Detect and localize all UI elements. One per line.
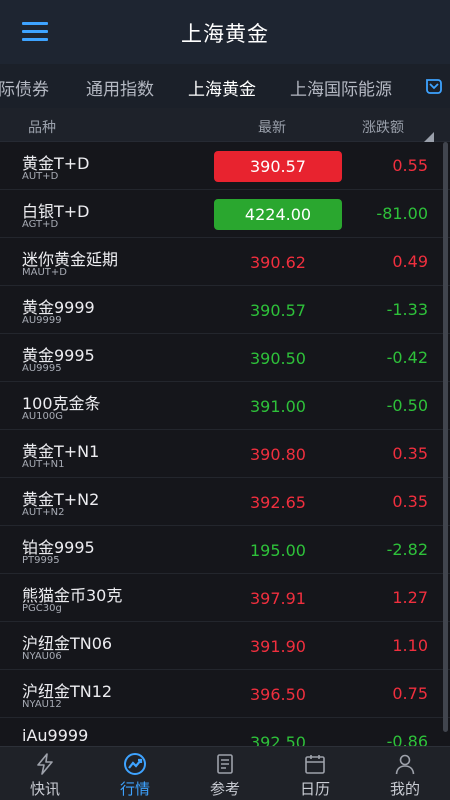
- nav-calendar[interactable]: 日历: [270, 747, 360, 800]
- quote-change: 1.27: [392, 588, 428, 607]
- quote-code: AUT+N1: [22, 459, 65, 470]
- tab-shanghai-gold[interactable]: 上海黄金: [188, 75, 256, 100]
- quote-row[interactable]: 沪纽金TN12 NYAU12 396.50 0.75: [0, 670, 450, 718]
- nav-news[interactable]: 快讯: [0, 747, 90, 800]
- page-title: 上海黄金: [181, 22, 269, 46]
- col-price[interactable]: 最新: [258, 117, 286, 137]
- quote-code: AGT+D: [22, 219, 59, 230]
- nav-reference[interactable]: 参考: [180, 747, 270, 800]
- quote-code: AU100G: [22, 411, 63, 422]
- quote-change: -2.82: [386, 540, 428, 559]
- quote-change: -81.00: [376, 204, 428, 223]
- category-tabs: 际债券 通用指数 上海黄金 上海国际能源: [0, 64, 450, 108]
- tab-bonds[interactable]: 际债券: [0, 75, 49, 100]
- chart-trend-icon: [124, 753, 146, 775]
- quote-list: 黄金T+D AUT+D 390.57 0.55 白银T+D AGT+D 4224.00 -81…: [0, 142, 450, 746]
- calendar-icon: [305, 755, 325, 774]
- column-header: 品种 最新 涨跌额: [0, 108, 450, 142]
- quote-change: -0.50: [386, 396, 428, 415]
- quote-price: 392.65: [250, 493, 306, 512]
- tab-general-index[interactable]: 通用指数: [86, 75, 154, 100]
- scrollbar[interactable]: [443, 142, 448, 732]
- quote-change: 1.10: [392, 636, 428, 655]
- quote-code: AUT+N2: [22, 507, 65, 518]
- tab-more-button[interactable]: [416, 64, 450, 108]
- quote-change: 0.55: [392, 156, 428, 175]
- quote-price: 391.00: [250, 397, 306, 416]
- quote-row[interactable]: 铂金9995 PT9995 195.00 -2.82: [0, 526, 450, 574]
- quote-row[interactable]: 白银T+D AGT+D 4224.00 -81.00: [0, 190, 450, 238]
- lightning-icon: [37, 753, 53, 775]
- quote-row[interactable]: 黄金9995 AU9995 390.50 -0.42: [0, 334, 450, 382]
- tab-shanghai-energy[interactable]: 上海国际能源: [290, 75, 392, 100]
- quote-price: 4224.00: [214, 199, 342, 230]
- quote-change: 0.49: [392, 252, 428, 271]
- quote-price: 195.00: [250, 541, 306, 560]
- app-header: 上海黄金: [0, 0, 450, 64]
- quote-row[interactable]: 黄金T+D AUT+D 390.57 0.55: [0, 142, 450, 190]
- quote-price: 390.57: [214, 151, 342, 182]
- nav-profile[interactable]: 我的: [360, 747, 450, 800]
- quote-row[interactable]: 黄金T+N1 AUT+N1 390.80 0.35: [0, 430, 450, 478]
- quote-price: 390.57: [250, 301, 306, 320]
- quote-code: AUT+D: [22, 171, 59, 182]
- quote-change: -0.86: [386, 732, 428, 746]
- quote-code: NYAU06: [22, 651, 62, 662]
- quote-change: -1.33: [386, 300, 428, 319]
- quote-code: PT9995: [22, 555, 60, 566]
- quote-name: iAu9999: [22, 726, 89, 745]
- quote-row[interactable]: 黄金9999 AU9999 390.57 -1.33: [0, 286, 450, 334]
- quote-price: 392.50: [250, 733, 306, 746]
- quote-row[interactable]: iAu9999IAU9999392.50-0.86: [0, 718, 450, 746]
- user-icon: [395, 754, 415, 775]
- quote-change: 0.35: [392, 492, 428, 511]
- quote-price: 396.50: [250, 685, 306, 704]
- quote-code: PGC30g: [22, 603, 62, 614]
- sort-icon[interactable]: [424, 132, 434, 142]
- quote-change: -0.42: [386, 348, 428, 367]
- quote-row[interactable]: 沪纽金TN06 NYAU06 391.90 1.10: [0, 622, 450, 670]
- book-icon: [217, 754, 233, 774]
- quote-price: 390.80: [250, 445, 306, 464]
- col-name: 品种: [28, 120, 56, 136]
- quote-code: AU9999: [22, 315, 62, 326]
- quote-change: 0.35: [392, 444, 428, 463]
- quote-code: AU9995: [22, 363, 62, 374]
- bottom-nav: 快讯 行情 参考 日历 我的: [0, 746, 450, 800]
- col-change[interactable]: 涨跌额: [362, 117, 404, 137]
- quote-change: 0.75: [392, 684, 428, 703]
- quote-price: 397.91: [250, 589, 306, 608]
- quote-price: 391.90: [250, 637, 306, 656]
- quote-row[interactable]: 100克金条 AU100G 391.00 -0.50: [0, 382, 450, 430]
- chevron-down-icon: [426, 79, 442, 94]
- quote-price: 390.62: [250, 253, 306, 272]
- quote-code: NYAU12: [22, 699, 62, 710]
- quote-code: MAUT+D: [22, 267, 67, 278]
- quote-price: 390.50: [250, 349, 306, 368]
- quote-row[interactable]: 熊猫金币30克 PGC30g 397.91 1.27: [0, 574, 450, 622]
- nav-quotes[interactable]: 行情: [90, 747, 180, 800]
- quote-row[interactable]: 黄金T+N2 AUT+N2 392.65 0.35: [0, 478, 450, 526]
- quote-row[interactable]: 迷你黄金延期 MAUT+D 390.62 0.49: [0, 238, 450, 286]
